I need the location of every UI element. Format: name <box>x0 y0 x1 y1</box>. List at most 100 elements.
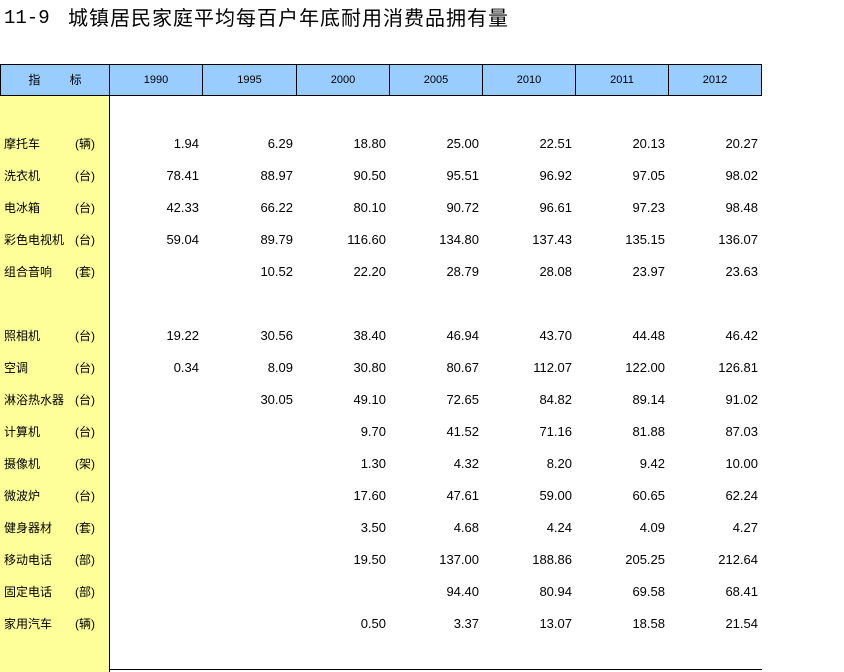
row-label: 空调 (台) <box>0 352 110 384</box>
item-unit: (辆) <box>75 617 95 631</box>
value-cell: 205.25 <box>625 552 665 567</box>
value-cell: 20.13 <box>632 136 665 151</box>
value-cell: 135.15 <box>625 232 665 247</box>
row-label: 健身器材 (套) <box>0 512 110 544</box>
value-cell: 134.80 <box>439 232 479 247</box>
row-label: 组合音响 (套) <box>0 256 110 288</box>
value-cell: 28.08 <box>539 264 572 279</box>
value-cell: 46.42 <box>725 328 758 343</box>
table-row: 照相机 (台) 19.22 30.56 38.40 46.94 43.70 44.… <box>0 320 762 352</box>
row-label: 摄像机 (架) <box>0 448 110 480</box>
value-cell <box>203 448 297 480</box>
value-cell: 22.20 <box>353 264 386 279</box>
value-cell: 25.00 <box>446 136 479 151</box>
value-cell: 98.02 <box>725 168 758 183</box>
value-cell: 3.37 <box>453 616 479 631</box>
header-year: 2005 <box>390 64 483 96</box>
value-cell: 116.60 <box>347 232 386 247</box>
item-name: 家用汽车 <box>4 617 53 631</box>
header-year: 2010 <box>483 64 576 96</box>
item-name: 组合音响 <box>4 265 53 279</box>
value-cell: 88.97 <box>260 168 293 183</box>
item-name: 淋浴热水器 <box>4 393 65 407</box>
value-cell: 3.50 <box>360 520 386 535</box>
value-cell: 81.88 <box>632 424 665 439</box>
row-label: 照相机 (台) <box>0 320 110 352</box>
value-cell <box>203 416 297 448</box>
item-name: 电冰箱 <box>4 201 41 215</box>
table-row: 微波炉 (台) 17.60 47.61 59.00 60.65 62.24 <box>0 480 762 512</box>
value-cell: 47.61 <box>446 488 479 503</box>
value-cell: 72.65 <box>446 392 479 407</box>
value-cell <box>203 512 297 544</box>
value-cell: 69.58 <box>632 584 665 599</box>
value-cell: 4.32 <box>453 456 479 471</box>
table-number: 11-9 <box>4 7 50 29</box>
value-cell: 8.20 <box>546 456 572 471</box>
item-unit: (部) <box>75 585 95 599</box>
table-bottom-rule <box>110 669 762 670</box>
value-cell: 80.10 <box>353 200 386 215</box>
value-cell: 96.92 <box>539 168 572 183</box>
value-cell: 97.05 <box>632 168 665 183</box>
table-row: 摩托车 (辆) 1.94 6.29 18.80 25.00 22.51 20.13… <box>0 128 762 160</box>
value-cell: 4.09 <box>639 520 665 535</box>
value-cell <box>203 544 297 576</box>
value-cell: 10.52 <box>260 264 293 279</box>
item-unit: (台) <box>75 393 95 407</box>
value-cell: 80.94 <box>539 584 572 599</box>
value-cell: 30.56 <box>260 328 293 343</box>
header-indicator: 指 标 <box>0 64 110 96</box>
value-cell: 89.79 <box>260 232 293 247</box>
item-name: 彩色电视机 <box>4 233 65 247</box>
row-label: 洗衣机 (台) <box>0 160 110 192</box>
value-cell: 0.50 <box>360 616 386 631</box>
value-cell: 13.07 <box>539 616 572 631</box>
value-cell: 8.09 <box>267 360 293 375</box>
value-cell: 136.07 <box>718 232 758 247</box>
item-unit: (套) <box>75 521 95 535</box>
value-cell: 68.41 <box>725 584 758 599</box>
value-cell: 1.94 <box>173 136 199 151</box>
row-label: 固定电话 (部) <box>0 576 110 608</box>
value-cell: 4.24 <box>546 520 572 535</box>
value-cell: 95.51 <box>446 168 479 183</box>
header-year: 1990 <box>110 64 203 96</box>
item-unit: (套) <box>75 265 95 279</box>
value-cell: 137.43 <box>532 232 572 247</box>
value-cell: 112.07 <box>533 360 572 375</box>
item-name: 计算机 <box>4 425 41 439</box>
table-row: 洗衣机 (台) 78.41 88.97 90.50 95.51 96.92 97.… <box>0 160 762 192</box>
row-label: 淋浴热水器 (台) <box>0 384 110 416</box>
value-cell: 94.40 <box>446 584 479 599</box>
value-cell: 212.64 <box>718 552 758 567</box>
value-cell: 23.97 <box>632 264 665 279</box>
value-cell: 90.72 <box>446 200 479 215</box>
table-row: 移动电话 (部) 19.50 137.00 188.86 205.25 212.6… <box>0 544 762 576</box>
header-row: 指 标 1990 1995 2000 2005 2010 2011 2012 <box>0 64 762 96</box>
item-unit: (台) <box>75 201 95 215</box>
item-unit: (台) <box>75 329 95 343</box>
value-cell <box>110 608 203 640</box>
item-unit: (部) <box>75 553 95 567</box>
item-unit: (台) <box>75 425 95 439</box>
value-cell <box>110 480 203 512</box>
value-cell: 89.14 <box>632 392 665 407</box>
value-cell: 43.70 <box>539 328 572 343</box>
table-row: 固定电话 (部) 94.40 80.94 69.58 68.41 <box>0 576 762 608</box>
value-cell: 137.00 <box>439 552 479 567</box>
value-cell <box>110 416 203 448</box>
table-row: 家用汽车 (辆) 0.50 3.37 13.07 18.58 21.54 <box>0 608 762 640</box>
value-cell: 60.65 <box>632 488 665 503</box>
value-cell: 30.05 <box>260 392 293 407</box>
value-cell <box>110 576 203 608</box>
value-cell: 20.27 <box>725 136 758 151</box>
value-cell <box>110 512 203 544</box>
table-row: 组合音响 (套) 10.52 22.20 28.79 28.08 23.97 23… <box>0 256 762 288</box>
row-label: 移动电话 (部) <box>0 544 110 576</box>
value-cell: 9.70 <box>360 424 386 439</box>
item-name: 洗衣机 <box>4 169 41 183</box>
value-cell: 97.23 <box>632 200 665 215</box>
data-table: 指 标 1990 1995 2000 2005 2010 2011 2012 摩… <box>0 64 762 640</box>
table-row: 彩色电视机 (台) 59.04 89.79 116.60 134.80 137.4… <box>0 224 762 256</box>
